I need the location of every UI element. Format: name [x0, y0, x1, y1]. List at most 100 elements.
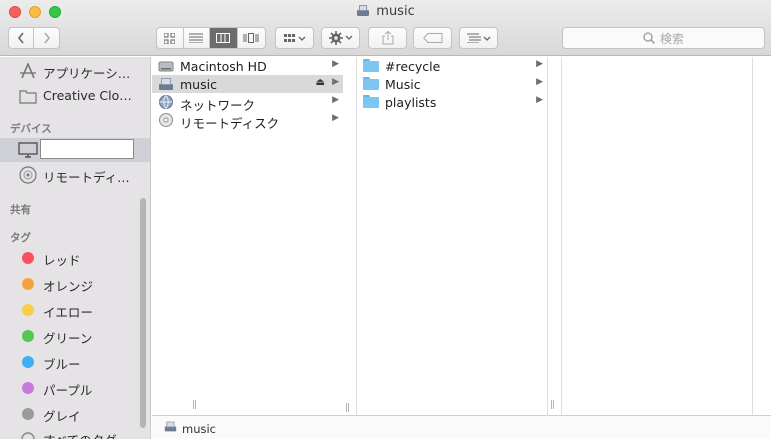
sidebar-item-this-computer[interactable]	[0, 138, 150, 162]
purple-tag-icon	[22, 382, 34, 394]
disclosure-arrow-icon: ▶	[332, 77, 339, 87]
remote-disc-icon	[18, 166, 38, 184]
column-row-label: music	[180, 77, 217, 92]
disclosure-arrow-icon: ▶	[536, 77, 543, 87]
column-divider	[752, 57, 753, 415]
folder-icon	[363, 95, 379, 108]
forward-button[interactable]	[34, 28, 59, 48]
search-icon	[643, 32, 655, 44]
rename-field[interactable]	[40, 139, 134, 159]
path-bar-item[interactable]: music	[182, 422, 216, 436]
disclosure-arrow-icon: ▶	[536, 95, 543, 105]
browser-column-3	[562, 57, 752, 415]
search-input[interactable]: 検索	[562, 27, 765, 49]
column-view-button[interactable]	[210, 28, 238, 48]
sidebar-section-devices: デバイス	[10, 123, 52, 135]
tag-label: イエロー	[43, 305, 93, 320]
search-placeholder: 検索	[659, 31, 684, 46]
tag-label: ブルー	[43, 357, 81, 372]
group-button[interactable]	[459, 27, 498, 49]
disclosure-arrow-icon: ▶	[536, 59, 543, 69]
sidebar-section-tags: タグ	[10, 232, 31, 244]
network-drive-icon	[356, 5, 370, 21]
disclosure-arrow-icon: ▶	[332, 95, 339, 105]
computer-icon	[18, 141, 38, 159]
all-tags-icon	[18, 430, 38, 439]
gear-icon	[328, 31, 352, 45]
applications-icon	[18, 62, 38, 80]
hard-drive-icon	[158, 61, 174, 72]
browser-column-1: Macintosh HD ▶ music ⏏ ▶ ネットワーク ▶ リモートディ…	[152, 57, 350, 415]
tag-label: パープル	[43, 383, 93, 398]
yellow-tag-icon	[22, 304, 34, 316]
cover-flow-button[interactable]	[238, 28, 265, 48]
column-row-label: #recycle	[385, 59, 441, 74]
browser-column-2: #recycle ▶ Music ▶ playlists ▶	[357, 57, 547, 415]
sidebar-item-applications[interactable]: アプリケーシ…	[0, 59, 150, 83]
sidebar-item-label: アプリケーシ…	[43, 66, 131, 81]
group-list-icon	[466, 33, 490, 43]
share-button[interactable]	[368, 27, 407, 49]
tag-label: グリーン	[43, 331, 93, 346]
icon-view-icon	[164, 32, 176, 44]
folder-icon	[18, 87, 38, 105]
column-row-network[interactable]: ネットワーク ▶	[152, 93, 343, 113]
gray-tag-icon	[22, 408, 34, 420]
column-row-label: Macintosh HD	[180, 59, 267, 74]
list-view-icon	[189, 33, 204, 43]
sidebar-item-tag-gray[interactable]: グレイ	[0, 402, 150, 426]
column-resize-gutter	[548, 57, 553, 415]
sidebar-item-tag-blue[interactable]: ブルー	[0, 350, 150, 374]
disclosure-arrow-icon: ▶	[332, 59, 339, 69]
blue-tag-icon	[22, 356, 34, 368]
network-drive-icon	[159, 78, 173, 90]
share-icon	[382, 31, 393, 45]
arrange-button[interactable]	[275, 27, 314, 49]
column-row-remote-disc[interactable]: リモートディスク ▶	[152, 111, 343, 131]
sidebar-item-label: Creative Clo…	[43, 88, 132, 103]
column-row-macintosh-hd[interactable]: Macintosh HD ▶	[152, 57, 343, 75]
window-toolbar: music 検索	[0, 0, 771, 56]
column-row-music-folder[interactable]: Music ▶	[357, 75, 547, 93]
sidebar: アプリケーシ… Creative Clo… デバイス リモートディ… 共有 タグ…	[0, 57, 151, 439]
sidebar-item-tag-red[interactable]: レッド	[0, 246, 150, 270]
window-title-area: music	[0, 4, 771, 21]
sidebar-section-shared: 共有	[10, 204, 31, 216]
sidebar-item-tag-yellow[interactable]: イエロー	[0, 298, 150, 322]
tag-label: グレイ	[43, 409, 81, 424]
action-button[interactable]	[321, 27, 360, 49]
column-resize-handle[interactable]: ||	[345, 403, 350, 413]
column-row-label: playlists	[385, 95, 437, 110]
sidebar-item-creative-cloud[interactable]: Creative Clo…	[0, 84, 150, 108]
column-row-music[interactable]: music ⏏ ▶	[152, 75, 343, 93]
arrange-grid-icon	[283, 34, 305, 42]
tag-button[interactable]	[413, 27, 452, 49]
chevron-left-icon	[17, 32, 24, 44]
list-view-button[interactable]	[184, 28, 211, 48]
column-row-label: リモートディスク	[180, 116, 280, 131]
chevron-right-icon	[43, 32, 50, 44]
path-bar: music	[152, 415, 771, 439]
sidebar-item-all-tags[interactable]: すべてのタグ…	[0, 428, 150, 439]
sidebar-item-remote-disc[interactable]: リモートディ…	[0, 163, 150, 187]
column-row-playlists[interactable]: playlists ▶	[357, 93, 547, 111]
disclosure-arrow-icon: ▶	[332, 113, 339, 123]
column-view-icon	[216, 33, 231, 43]
sidebar-item-tag-orange[interactable]: オレンジ	[0, 272, 150, 296]
view-mode-control	[156, 27, 266, 49]
sidebar-item-tag-purple[interactable]: パープル	[0, 376, 150, 400]
sidebar-item-tag-green[interactable]: グリーン	[0, 324, 150, 348]
remote-disc-icon	[159, 113, 173, 127]
folder-icon	[363, 59, 379, 72]
window-title: music	[376, 4, 415, 19]
tag-label: オレンジ	[43, 279, 94, 294]
network-drive-icon	[164, 420, 177, 436]
sidebar-scrollbar[interactable]	[140, 198, 146, 428]
icon-view-button[interactable]	[157, 28, 184, 48]
column-row-recycle[interactable]: #recycle ▶	[357, 57, 547, 75]
column-row-label: Music	[385, 77, 421, 92]
nav-buttons	[8, 27, 60, 49]
back-button[interactable]	[9, 28, 35, 48]
folder-icon	[363, 77, 379, 90]
eject-icon[interactable]: ⏏	[316, 77, 325, 88]
